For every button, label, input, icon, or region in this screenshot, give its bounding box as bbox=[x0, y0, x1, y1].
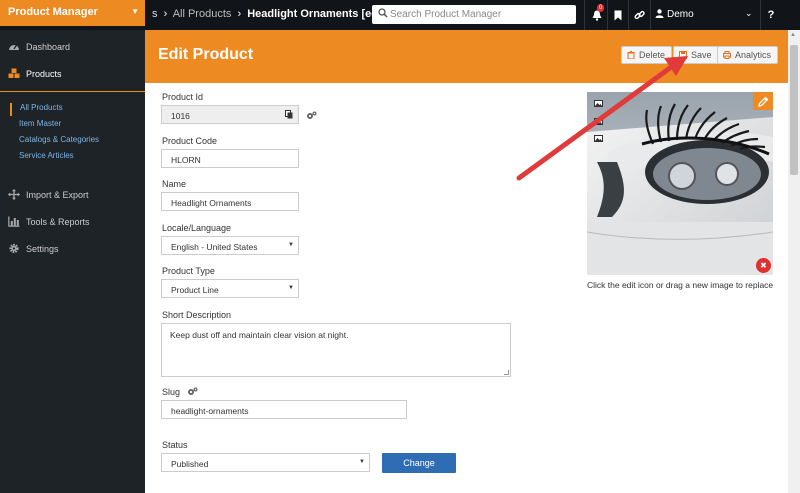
pencil-icon bbox=[757, 96, 768, 107]
search-box bbox=[372, 5, 576, 24]
save-button[interactable]: Save bbox=[673, 46, 719, 64]
search-icon bbox=[378, 8, 388, 18]
product-id-label: Product Id bbox=[162, 92, 204, 102]
page-scrollbar[interactable]: ▲ bbox=[788, 30, 800, 493]
scroll-up-icon[interactable]: ▲ bbox=[790, 32, 796, 38]
short-description-textarea[interactable]: Keep dust off and maintain clear vision … bbox=[161, 323, 511, 377]
image-icon[interactable] bbox=[594, 100, 603, 107]
trash-icon bbox=[627, 51, 635, 59]
remove-image-button[interactable]: ✖ bbox=[756, 258, 771, 273]
subitem-all-products[interactable]: All Products bbox=[10, 103, 145, 116]
sidebar-item-label: Tools & Reports bbox=[26, 217, 90, 227]
chevron-down-icon: ▼ bbox=[288, 285, 294, 291]
status-select[interactable]: Published ▼ bbox=[161, 453, 370, 472]
move-icon bbox=[8, 189, 20, 200]
locale-label: Locale/Language bbox=[162, 223, 232, 233]
gears-icon[interactable] bbox=[187, 387, 198, 396]
resize-handle-icon[interactable] bbox=[504, 370, 509, 375]
notification-badge: 0 bbox=[597, 4, 605, 12]
close-icon: ✖ bbox=[760, 261, 767, 270]
breadcrumb-back[interactable]: s bbox=[152, 8, 158, 20]
chevron-down-icon: ▼ bbox=[288, 242, 294, 248]
image-icon[interactable] bbox=[594, 135, 603, 142]
sidebar-item-label: Dashboard bbox=[26, 42, 71, 52]
sidebar-item-settings[interactable]: Settings bbox=[0, 234, 145, 261]
product-id-field: 1016 bbox=[161, 105, 299, 124]
print-icon bbox=[723, 51, 731, 59]
product-code-label: Product Code bbox=[162, 136, 218, 146]
chevron-down-icon: ▼ bbox=[131, 7, 139, 16]
analytics-button[interactable]: Analytics bbox=[717, 46, 779, 64]
sidebar-item-label: Settings bbox=[26, 244, 59, 254]
sidebar-item-dashboard[interactable]: Dashboard bbox=[0, 32, 145, 59]
name-label: Name bbox=[162, 179, 187, 189]
chevron-right-icon: › bbox=[237, 8, 242, 20]
status-label: Status bbox=[162, 440, 188, 450]
delete-button[interactable]: Delete bbox=[621, 46, 673, 64]
change-status-button[interactable]: Change bbox=[382, 453, 456, 473]
image-caption: Click the edit icon or drag a new image … bbox=[587, 280, 774, 290]
top-bar: Product Manager ▼ s › All Products › Hea… bbox=[0, 0, 800, 30]
chevron-right-icon: › bbox=[163, 8, 168, 20]
notifications-button[interactable]: 0 bbox=[586, 0, 608, 30]
slug-field[interactable]: headlight-ornaments bbox=[161, 400, 407, 419]
product-type-label: Product Type bbox=[162, 266, 215, 276]
edit-image-button[interactable] bbox=[753, 92, 773, 110]
help-icon: ? bbox=[767, 9, 775, 21]
scrollbar-thumb[interactable] bbox=[790, 45, 798, 175]
sidebar: Dashboard Products All Products Item Mas… bbox=[0, 30, 145, 493]
subitem-service-articles[interactable]: Service Articles bbox=[0, 151, 145, 164]
bookmark-button[interactable] bbox=[607, 0, 629, 30]
sidebar-item-tools-reports[interactable]: Tools & Reports bbox=[0, 207, 145, 234]
sidebar-item-products[interactable]: Products bbox=[0, 59, 145, 86]
link-button[interactable] bbox=[628, 0, 650, 30]
search-input[interactable] bbox=[390, 7, 570, 22]
page-header: Edit Product Delete Save Analytics bbox=[145, 30, 788, 83]
link-icon bbox=[633, 10, 645, 19]
bookmark-icon bbox=[614, 10, 622, 20]
edit-form: Product Id 1016 Product Code HLORN Name … bbox=[145, 83, 788, 493]
sidebar-item-label: Products bbox=[26, 69, 62, 79]
product-photo bbox=[587, 92, 773, 275]
user-icon bbox=[655, 9, 664, 18]
product-image[interactable]: ✖ bbox=[587, 92, 773, 275]
user-name: Demo bbox=[667, 9, 694, 20]
app-switcher[interactable]: Product Manager ▼ bbox=[0, 0, 145, 26]
app-title: Product Manager bbox=[8, 6, 98, 18]
help-button[interactable]: ? bbox=[760, 0, 782, 30]
breadcrumb: s › All Products › Headlight Ornaments [… bbox=[152, 8, 391, 20]
chevron-down-icon[interactable]: ⌄ bbox=[745, 8, 753, 19]
products-submenu: All Products Item Master Catalogs & Cate… bbox=[0, 98, 145, 180]
product-code-field[interactable]: HLORN bbox=[161, 149, 299, 168]
user-menu[interactable]: Demo bbox=[655, 9, 694, 20]
subitem-catalogs-categories[interactable]: Catalogs & Categories bbox=[0, 135, 145, 148]
products-icon bbox=[8, 68, 20, 78]
copy-icon[interactable] bbox=[285, 110, 293, 119]
product-type-select[interactable]: Product Line ▼ bbox=[161, 279, 299, 298]
gear-icon bbox=[9, 243, 19, 254]
gears-icon[interactable] bbox=[306, 111, 317, 120]
sidebar-item-import-export[interactable]: Import & Export bbox=[0, 180, 145, 207]
name-field[interactable]: Headlight Ornaments bbox=[161, 192, 299, 211]
save-icon bbox=[679, 51, 687, 59]
bar-chart-icon bbox=[8, 216, 20, 227]
dashboard-icon bbox=[9, 44, 19, 50]
page-title: Edit Product bbox=[158, 46, 254, 63]
subitem-item-master[interactable]: Item Master bbox=[0, 119, 145, 132]
slug-label: Slug bbox=[162, 387, 198, 397]
breadcrumb-current: Headlight Ornaments [ed bbox=[247, 8, 378, 20]
sidebar-item-label: Import & Export bbox=[26, 190, 89, 200]
locale-select[interactable]: English - United States ▼ bbox=[161, 236, 299, 255]
sidebar-divider bbox=[0, 91, 145, 92]
breadcrumb-all-products[interactable]: All Products bbox=[173, 8, 232, 20]
short-description-label: Short Description bbox=[162, 310, 232, 320]
image-icon[interactable] bbox=[594, 118, 603, 125]
chevron-down-icon: ▼ bbox=[359, 459, 365, 465]
